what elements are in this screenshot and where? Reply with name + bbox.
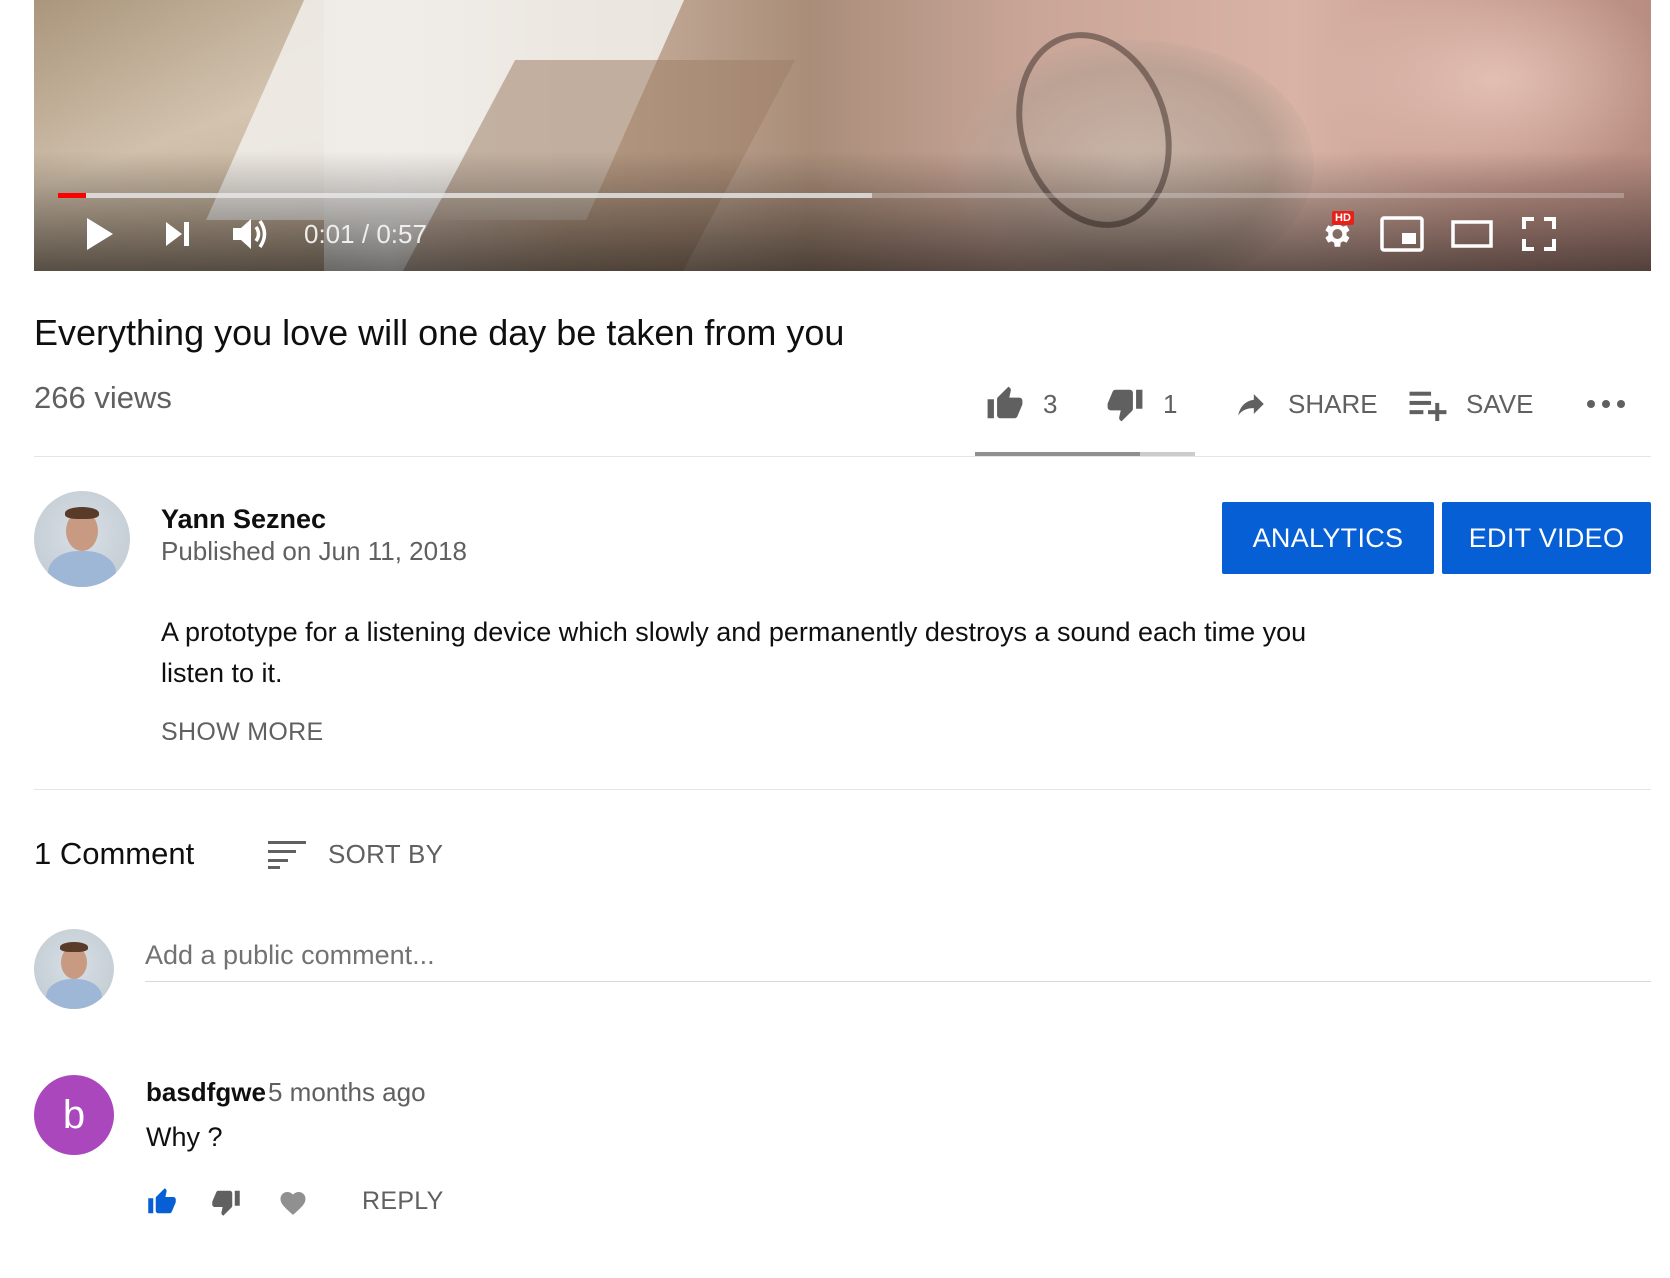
reply-button[interactable]: REPLY bbox=[362, 1187, 444, 1216]
comment-author[interactable]: basdfgwe bbox=[146, 1077, 266, 1108]
dislike-button[interactable]: 1 bbox=[1105, 384, 1177, 424]
progress-bar[interactable] bbox=[58, 193, 1624, 198]
video-title: Everything you love will one day be take… bbox=[34, 312, 845, 353]
miniplayer-icon bbox=[1380, 216, 1424, 252]
comment-like-button[interactable] bbox=[146, 1184, 178, 1220]
edit-video-button[interactable]: EDIT VIDEO bbox=[1442, 502, 1651, 574]
share-button[interactable]: SHARE bbox=[1232, 384, 1378, 424]
thumbs-up-icon bbox=[148, 1188, 176, 1214]
play-icon bbox=[87, 218, 113, 250]
share-icon bbox=[1238, 394, 1264, 416]
volume-icon bbox=[233, 219, 267, 249]
comment-count: 1 Comment bbox=[34, 836, 195, 871]
settings-button[interactable]: HD bbox=[1314, 211, 1358, 254]
theater-mode-button[interactable] bbox=[1450, 214, 1494, 254]
play-button[interactable] bbox=[80, 214, 120, 254]
duration: 0:57 bbox=[376, 219, 427, 249]
progress-buffered bbox=[58, 193, 873, 198]
next-button[interactable] bbox=[158, 214, 198, 254]
current-time: 0:01 bbox=[304, 219, 355, 249]
more-actions-button[interactable] bbox=[1586, 384, 1626, 424]
theater-mode-icon bbox=[1451, 220, 1493, 248]
hd-badge: HD bbox=[1332, 211, 1354, 225]
commenter-avatar[interactable]: b bbox=[34, 1075, 114, 1155]
like-button[interactable]: 3 bbox=[985, 384, 1057, 424]
progress-played bbox=[58, 193, 87, 198]
playlist-add-icon bbox=[1409, 391, 1447, 421]
time-display: 0:01 / 0:57 bbox=[304, 218, 427, 250]
more-horizontal-icon bbox=[1587, 400, 1625, 408]
divider bbox=[34, 789, 1651, 790]
channel-name[interactable]: Yann Seznec bbox=[161, 504, 326, 535]
publish-date: Published on Jun 11, 2018 bbox=[161, 536, 467, 566]
like-count: 3 bbox=[1043, 388, 1058, 419]
heart-icon bbox=[280, 1192, 306, 1215]
skip-next-icon bbox=[166, 222, 189, 246]
save-button[interactable]: SAVE bbox=[1408, 384, 1533, 424]
share-label: SHARE bbox=[1288, 388, 1378, 419]
fullscreen-button[interactable] bbox=[1520, 214, 1558, 254]
show-more-button[interactable]: SHOW MORE bbox=[161, 718, 323, 747]
sort-by-label: SORT BY bbox=[328, 838, 444, 869]
divider bbox=[34, 456, 1651, 457]
current-user-avatar bbox=[34, 929, 114, 1009]
comment-dislike-button[interactable] bbox=[210, 1184, 242, 1220]
miniplayer-button[interactable] bbox=[1379, 214, 1425, 254]
thumbs-down-icon bbox=[212, 1190, 240, 1216]
analytics-button[interactable]: ANALYTICS bbox=[1222, 502, 1434, 574]
comment-heart-button[interactable] bbox=[278, 1184, 308, 1220]
owner-avatar[interactable] bbox=[34, 491, 130, 587]
video-player[interactable]: 0:01 / 0:57 HD bbox=[34, 0, 1651, 271]
add-comment-input[interactable] bbox=[145, 930, 1651, 982]
sort-by-button[interactable]: SORT BY bbox=[268, 834, 443, 874]
save-label: SAVE bbox=[1466, 388, 1534, 419]
video-description: A prototype for a listening device which… bbox=[161, 617, 1307, 688]
view-count: 266 views bbox=[34, 380, 172, 415]
comment-text: Why ? bbox=[146, 1122, 223, 1152]
thumbs-down-icon bbox=[1107, 389, 1143, 422]
comment-timestamp[interactable]: 5 months ago bbox=[268, 1077, 426, 1108]
time-separator: / bbox=[361, 219, 370, 249]
fullscreen-icon bbox=[1522, 217, 1556, 251]
dislike-count: 1 bbox=[1163, 388, 1178, 419]
thumbs-up-icon bbox=[987, 386, 1023, 419]
volume-button[interactable] bbox=[228, 214, 274, 254]
sort-icon bbox=[268, 841, 306, 869]
